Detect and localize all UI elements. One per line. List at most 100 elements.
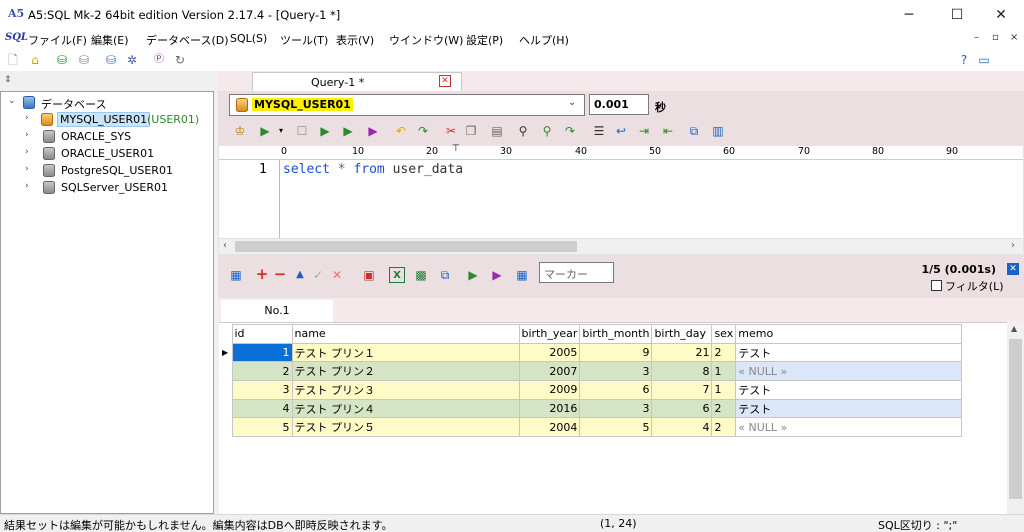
calendar-icon[interactable]: ▦ — [228, 267, 244, 283]
scroll-right-icon[interactable]: › — [1011, 240, 1015, 251]
table-row[interactable]: 4 テスト プリン４ 2016 3 6 2 テスト — [222, 398, 963, 419]
cell-memo[interactable]: テスト — [735, 342, 963, 363]
scroll-up-icon[interactable]: ▲ — [1011, 324, 1017, 333]
format-icon[interactable]: ↷ — [562, 123, 578, 139]
excel-all-icon[interactable]: ▩ — [413, 267, 429, 283]
new-icon[interactable]: 🗋 — [5, 52, 21, 68]
search-icon[interactable]: ⚲ — [515, 123, 531, 139]
timeout-input[interactable]: 0.001 — [589, 94, 649, 115]
open-icon[interactable]: ⌂ — [27, 52, 43, 68]
delete-row-icon[interactable]: − — [272, 266, 288, 282]
commit-icon[interactable]: ✓ — [310, 267, 326, 283]
tree-item-mysql[interactable]: › MYSQL_USER01 (USER01) — [1, 111, 211, 128]
filter-checkbox[interactable] — [931, 280, 942, 291]
cell-name[interactable]: テスト プリン５ — [291, 417, 520, 438]
execute-history-icon[interactable]: ♔ — [232, 123, 248, 139]
rerun-explain-icon[interactable]: ▶ — [489, 267, 505, 283]
cell-birth-year[interactable]: 2016 — [518, 398, 581, 419]
cell-sex[interactable]: 2 — [711, 417, 737, 438]
export-icon[interactable]: ▣ — [361, 267, 377, 283]
scroll-thumb[interactable] — [235, 241, 577, 252]
split-icon[interactable]: ▥ — [710, 123, 726, 139]
tree-root[interactable]: ⌄ データベース — [1, 94, 211, 111]
tree-item-oracle-sys[interactable]: › ORACLE_SYS — [1, 128, 211, 145]
cell-sex[interactable]: 2 — [711, 342, 737, 363]
grid-view-icon[interactable]: ▦ — [514, 267, 530, 283]
close-button[interactable]: ✕ — [978, 0, 1024, 30]
menu-database[interactable]: データベース(D) — [146, 32, 229, 48]
column-header-id[interactable]: id — [231, 324, 293, 344]
cell-id[interactable]: 3 — [231, 380, 293, 400]
cell-birth-day[interactable]: 8 — [651, 361, 713, 382]
cell-memo[interactable]: « NULL » — [735, 417, 963, 438]
table-row[interactable]: 3 テスト プリン３ 2009 6 7 1 テスト — [222, 380, 963, 400]
tree-item-sqlserver[interactable]: › SQLServer_USER01 — [1, 179, 211, 196]
cell-birth-year[interactable]: 2007 — [518, 361, 581, 382]
gear-icon[interactable]: ✲ — [124, 52, 140, 68]
cell-name[interactable]: テスト プリン２ — [291, 361, 520, 382]
scroll-left-icon[interactable]: ‹ — [223, 240, 227, 251]
marker-input[interactable]: マーカー — [539, 262, 614, 283]
table-row[interactable]: ▶ 1 テスト プリン１ 2005 9 21 2 テスト — [222, 342, 963, 363]
cell-birth-year[interactable]: 2009 — [518, 380, 581, 400]
sql-text[interactable]: select * from user_data — [283, 162, 463, 177]
copy-icon[interactable]: ❐ — [463, 123, 479, 139]
column-header-birth-day[interactable]: birth_day — [651, 324, 713, 344]
move-up-icon[interactable]: ▲ — [292, 267, 308, 283]
connection-select[interactable]: MYSQL_USER01 ⌄ — [229, 94, 585, 116]
cell-birth-day[interactable]: 4 — [651, 417, 713, 438]
cell-sex[interactable]: 1 — [711, 361, 737, 382]
menu-file[interactable]: ファイル(F) — [28, 32, 87, 48]
column-header-birth-year[interactable]: birth_year — [518, 324, 581, 344]
stop-icon[interactable]: ☐ — [294, 123, 310, 139]
cell-memo[interactable]: テスト — [735, 398, 963, 419]
close-result-icon[interactable]: ✕ — [1007, 263, 1019, 275]
cell-name[interactable]: テスト プリン３ — [291, 380, 520, 400]
column-header-memo[interactable]: memo — [735, 324, 963, 344]
plugin-icon[interactable]: Ⓟ — [151, 52, 167, 68]
tab-result-1[interactable]: No.1 — [221, 300, 333, 322]
close-tab-icon[interactable]: ✕ — [439, 75, 451, 87]
run-csv-icon[interactable]: ▶ — [340, 123, 356, 139]
cell-birth-month[interactable]: 5 — [579, 417, 653, 438]
column-header-birth-month[interactable]: birth_month — [579, 324, 653, 344]
cell-name[interactable]: テスト プリン１ — [291, 342, 520, 363]
table-row[interactable]: 2 テスト プリン２ 2007 3 8 1 « NULL » — [222, 361, 963, 382]
result-grid[interactable]: id name birth_year birth_month birth_day… — [222, 324, 963, 438]
cut-icon[interactable]: ✂ — [443, 123, 459, 139]
paste-icon[interactable]: ▤ — [489, 123, 505, 139]
menu-edit[interactable]: 編集(E) — [91, 32, 129, 48]
refresh-icon[interactable]: ↻ — [172, 52, 188, 68]
cell-id[interactable]: 5 — [231, 417, 293, 438]
wrap-icon[interactable]: ↩ — [613, 123, 629, 139]
db-disconnect-icon[interactable]: ⛁ — [76, 52, 92, 68]
cell-birth-year[interactable]: 2004 — [518, 417, 581, 438]
expand-icon[interactable]: ⌄ — [8, 96, 16, 106]
run-icon[interactable]: ▶ — [257, 123, 273, 139]
cell-birth-month[interactable]: 9 — [579, 342, 653, 363]
cell-birth-day[interactable]: 7 — [651, 380, 713, 400]
tree-item-postgresql[interactable]: › PostgreSQL_USER01 — [1, 162, 211, 179]
cell-birth-day[interactable]: 6 — [651, 398, 713, 419]
table-row[interactable]: 5 テスト プリン５ 2004 5 4 2 « NULL » — [222, 417, 963, 438]
cell-birth-day[interactable]: 21 — [651, 342, 713, 363]
indent-icon[interactable]: ⇥ — [636, 123, 652, 139]
menu-view[interactable]: 表示(V) — [336, 32, 374, 48]
tab-query-1[interactable]: Query-1 * ✕ — [252, 72, 462, 91]
cell-sex[interactable]: 1 — [711, 380, 737, 400]
rerun-ab-icon[interactable]: ▶ — [465, 267, 481, 283]
scroll-thumb[interactable] — [1009, 339, 1022, 499]
run-dropdown-icon[interactable]: ▾ — [273, 123, 289, 139]
cell-birth-month[interactable]: 3 — [579, 361, 653, 382]
replace-icon[interactable]: ⚲ — [539, 123, 555, 139]
cell-id[interactable]: 4 — [231, 398, 293, 419]
redo-icon[interactable]: ↷ — [415, 123, 431, 139]
add-row-icon[interactable]: + — [254, 266, 270, 282]
db-list-icon[interactable]: ⛁ — [103, 52, 119, 68]
cell-birth-year[interactable]: 2005 — [518, 342, 581, 363]
cell-birth-month[interactable]: 6 — [579, 380, 653, 400]
cell-id[interactable]: 1 — [231, 342, 293, 363]
align-icon[interactable]: ☰ — [591, 123, 607, 139]
menu-sql[interactable]: SQL(S) — [230, 32, 267, 45]
tree-item-oracle-user[interactable]: › ORACLE_USER01 — [1, 145, 211, 162]
